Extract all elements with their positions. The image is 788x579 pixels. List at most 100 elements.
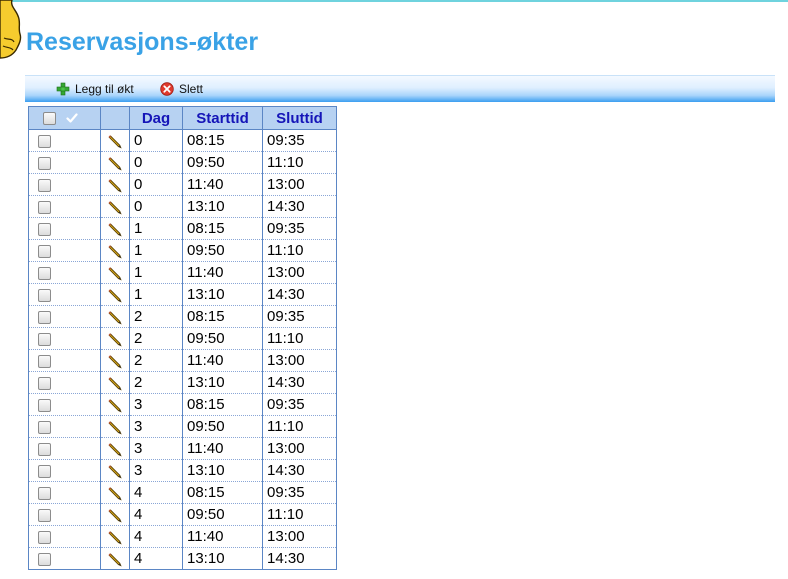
cell-dag: 3: [129, 393, 183, 416]
edit-row-button[interactable]: [100, 261, 130, 284]
table-row[interactable]: 2 08:15 09:35: [28, 305, 337, 328]
cell-sluttid: 11:10: [262, 151, 337, 174]
table-row[interactable]: 2 11:40 13:00: [28, 349, 337, 372]
table-row[interactable]: 1 08:15 09:35: [28, 217, 337, 240]
cell-dag: 0: [129, 195, 183, 218]
pencil-icon: [108, 464, 122, 478]
table-row[interactable]: 2 13:10 14:30: [28, 371, 337, 394]
edit-row-button[interactable]: [100, 503, 130, 526]
cell-dag: 1: [129, 261, 183, 284]
row-checkbox[interactable]: [38, 398, 51, 412]
edit-row-button[interactable]: [100, 415, 130, 438]
cell-starttid: 09:50: [182, 151, 263, 174]
table-row[interactable]: 1 09:50 11:10: [28, 239, 337, 262]
delete-button[interactable]: Slett: [160, 80, 203, 98]
table-row[interactable]: 4 11:40 13:00: [28, 525, 337, 548]
edit-row-button[interactable]: [100, 349, 130, 372]
column-header-dag[interactable]: Dag: [129, 106, 183, 130]
column-header-sluttid[interactable]: Sluttid: [262, 106, 337, 130]
edit-row-button[interactable]: [100, 151, 130, 174]
pencil-icon: [108, 244, 122, 258]
pencil-icon: [108, 266, 122, 280]
row-checkbox[interactable]: [38, 200, 51, 214]
row-checkbox[interactable]: [38, 156, 51, 170]
table-row[interactable]: 3 11:40 13:00: [28, 437, 337, 460]
checkmark-icon[interactable]: [66, 112, 78, 124]
add-session-button[interactable]: Legg til økt: [56, 80, 134, 98]
row-checkbox[interactable]: [38, 266, 51, 280]
row-checkbox[interactable]: [38, 420, 51, 434]
select-all-checkbox[interactable]: [43, 111, 56, 125]
pencil-icon: [108, 222, 122, 236]
row-checkbox[interactable]: [38, 354, 51, 368]
edit-row-button[interactable]: [100, 195, 130, 218]
row-checkbox[interactable]: [38, 134, 51, 148]
edit-row-button[interactable]: [100, 217, 130, 240]
pencil-icon: [108, 332, 122, 346]
row-checkbox[interactable]: [38, 464, 51, 478]
cell-sluttid: 11:10: [262, 503, 337, 526]
row-checkbox[interactable]: [38, 178, 51, 192]
column-header-starttid[interactable]: Starttid: [182, 106, 263, 130]
edit-row-button[interactable]: [100, 327, 130, 350]
row-checkbox[interactable]: [38, 244, 51, 258]
edit-row-button[interactable]: [100, 305, 130, 328]
cell-dag: 3: [129, 437, 183, 460]
row-checkbox[interactable]: [38, 376, 51, 390]
row-checkbox[interactable]: [38, 552, 51, 566]
table-row[interactable]: 3 13:10 14:30: [28, 459, 337, 482]
cell-starttid: 08:15: [182, 129, 263, 152]
select-all-header[interactable]: [28, 106, 101, 130]
cell-sluttid: 14:30: [262, 283, 337, 306]
row-checkbox[interactable]: [38, 442, 51, 456]
edit-row-button[interactable]: [100, 129, 130, 152]
row-select-cell: [28, 415, 101, 438]
cell-starttid: 09:50: [182, 239, 263, 262]
edit-row-button[interactable]: [100, 437, 130, 460]
row-checkbox[interactable]: [38, 332, 51, 346]
edit-row-button[interactable]: [100, 393, 130, 416]
add-session-label: Legg til økt: [75, 82, 134, 96]
edit-row-button[interactable]: [100, 459, 130, 482]
table-row[interactable]: 2 09:50 11:10: [28, 327, 337, 350]
table-row[interactable]: 0 11:40 13:00: [28, 173, 337, 196]
row-checkbox[interactable]: [38, 508, 51, 522]
table-row[interactable]: 4 08:15 09:35: [28, 481, 337, 504]
table-row[interactable]: 3 08:15 09:35: [28, 393, 337, 416]
row-checkbox[interactable]: [38, 530, 51, 544]
edit-row-button[interactable]: [100, 547, 130, 570]
table-row[interactable]: 4 09:50 11:10: [28, 503, 337, 526]
pencil-icon: [108, 442, 122, 456]
edit-row-button[interactable]: [100, 239, 130, 262]
table-row[interactable]: 0 08:15 09:35: [28, 129, 337, 152]
table-row[interactable]: 1 13:10 14:30: [28, 283, 337, 306]
cell-starttid: 09:50: [182, 327, 263, 350]
cell-sluttid: 13:00: [262, 173, 337, 196]
table-row[interactable]: 4 13:10 14:30: [28, 547, 337, 570]
table-row[interactable]: 1 11:40 13:00: [28, 261, 337, 284]
row-checkbox[interactable]: [38, 310, 51, 324]
cell-starttid: 13:10: [182, 547, 263, 570]
edit-row-button[interactable]: [100, 283, 130, 306]
pencil-icon: [108, 288, 122, 302]
row-checkbox[interactable]: [38, 288, 51, 302]
edit-column-header: [100, 106, 130, 130]
row-select-cell: [28, 217, 101, 240]
cell-sluttid: 09:35: [262, 393, 337, 416]
cell-starttid: 08:15: [182, 393, 263, 416]
edit-row-button[interactable]: [100, 371, 130, 394]
table-row[interactable]: 3 09:50 11:10: [28, 415, 337, 438]
row-select-cell: [28, 305, 101, 328]
cell-dag: 4: [129, 525, 183, 548]
cell-starttid: 11:40: [182, 349, 263, 372]
sessions-table: Dag Starttid Sluttid 0 08:15 09:35 0 09:50 11…: [28, 106, 337, 570]
cell-dag: 0: [129, 151, 183, 174]
edit-row-button[interactable]: [100, 481, 130, 504]
row-checkbox[interactable]: [38, 486, 51, 500]
edit-row-button[interactable]: [100, 173, 130, 196]
edit-row-button[interactable]: [100, 525, 130, 548]
table-row[interactable]: 0 09:50 11:10: [28, 151, 337, 174]
table-row[interactable]: 0 13:10 14:30: [28, 195, 337, 218]
row-checkbox[interactable]: [38, 222, 51, 236]
cell-starttid: 08:15: [182, 305, 263, 328]
